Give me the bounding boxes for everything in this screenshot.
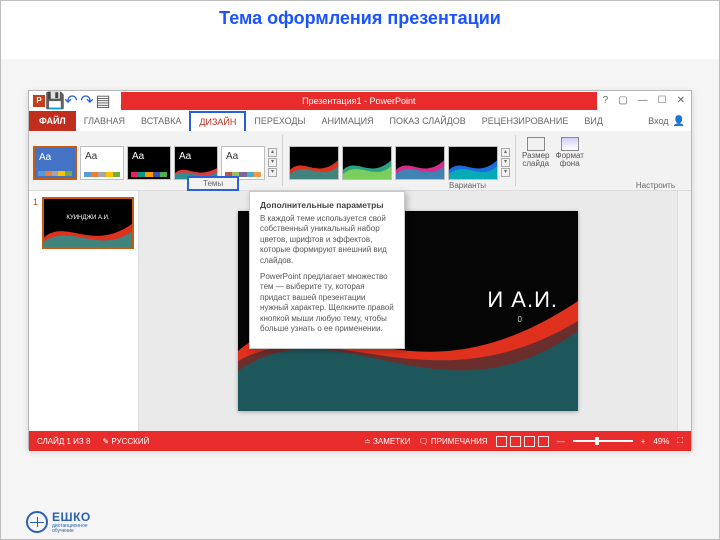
tooltip-paragraph: В каждой теме используется свой собствен… [260, 214, 394, 266]
tab-file[interactable]: ФАЙЛ [29, 111, 76, 131]
ribbon-tabs: ФАЙЛ ГЛАВНАЯ ВСТАВКА ДИЗАЙН ПЕРЕХОДЫ АНИ… [29, 111, 691, 131]
tab-animation[interactable]: АНИМАЦИЯ [313, 111, 381, 131]
tab-slideshow[interactable]: ПОКАЗ СЛАЙДОВ [382, 111, 474, 131]
variants-more-button[interactable]: ▴▾▾ [501, 148, 511, 177]
format-background-button[interactable]: Формат фона [556, 137, 584, 168]
slide-editor: Дополнительные параметры В каждой теме и… [139, 191, 677, 431]
save-icon[interactable]: 💾 [49, 95, 61, 107]
comments-button[interactable]: 🗨 ПРИМЕЧАНИЯ [419, 437, 488, 446]
brand-tagline: обучение [52, 529, 91, 534]
slideshow-view-icon[interactable] [538, 436, 549, 447]
zoom-slider[interactable] [573, 440, 633, 442]
slide-thumbnails-panel: 1 КУИНДЖИ А.И. [29, 191, 139, 431]
tab-review[interactable]: РЕЦЕНЗИРОВАНИЕ [474, 111, 577, 131]
brand-name: ЕШКО [52, 510, 91, 524]
slide-title-fragment: И А.И. [487, 287, 558, 313]
zoom-level[interactable]: 49% [653, 437, 669, 446]
variant-option[interactable] [395, 146, 445, 180]
variant-option[interactable] [342, 146, 392, 180]
globe-icon [26, 511, 48, 533]
powerpoint-window: P 💾 ↶ ↷ ▤ Презентация1 - PowerPoint ? ▢ … [28, 90, 692, 450]
customize-group-label: Настроить [636, 181, 675, 190]
variant-option[interactable] [448, 146, 498, 180]
reading-view-icon[interactable] [524, 436, 535, 447]
customize-group: Размер слайда Формат фона [518, 131, 588, 190]
theme-option-current[interactable]: Aa [33, 146, 77, 180]
app-icon: P [33, 95, 45, 107]
thumbnail-number: 1 [33, 197, 38, 249]
undo-icon[interactable]: ↶ [65, 95, 77, 107]
help-icon[interactable]: ? [603, 95, 609, 106]
redo-icon[interactable]: ↷ [81, 95, 93, 107]
tab-home[interactable]: ГЛАВНАЯ [76, 111, 133, 131]
slide-subtitle-fragment: 0 [518, 315, 522, 324]
themes-more-button[interactable]: ▴▾▾ [268, 148, 278, 177]
maximize-icon[interactable]: ☐ [658, 95, 667, 106]
theme-option[interactable]: Aa [127, 146, 171, 180]
page-heading: Тема оформления презентации [0, 0, 720, 59]
variant-option[interactable] [289, 146, 339, 180]
theme-option[interactable]: Aa [221, 146, 265, 180]
themes-group-label: Темы [187, 176, 239, 191]
user-icon[interactable]: 👤 [673, 116, 685, 127]
zoom-in-icon[interactable]: + [641, 437, 646, 446]
zoom-out-icon[interactable]: — [557, 437, 565, 446]
sorter-view-icon[interactable] [510, 436, 521, 447]
brand-logo: ЕШКО дистанционное обучение [26, 510, 91, 534]
ribbon-design: Aa Aa Aa Aa Aa ▴▾▾ Темы ▴▾▾ Варианты Раз… [29, 131, 691, 191]
vertical-scrollbar[interactable] [677, 191, 691, 431]
tab-insert[interactable]: ВСТАВКА [133, 111, 189, 131]
ribbon-display-icon[interactable]: ▢ [618, 95, 627, 106]
slide-size-button[interactable]: Размер слайда [522, 137, 550, 168]
theme-option[interactable]: Aa [80, 146, 124, 180]
tooltip-title: Дополнительные параметры [260, 200, 394, 210]
tab-design[interactable]: ДИЗАЙН [189, 111, 246, 131]
tab-transitions[interactable]: ПЕРЕХОДЫ [246, 111, 313, 131]
normal-view-icon[interactable] [496, 436, 507, 447]
minimize-icon[interactable]: — [638, 95, 648, 106]
notes-button[interactable]: ≐ ЗАМЕТКИ [364, 437, 410, 446]
window-title: Презентация1 - PowerPoint [302, 96, 415, 106]
variants-group-label: Варианты [449, 181, 486, 190]
titlebar: P 💾 ↶ ↷ ▤ Презентация1 - PowerPoint ? ▢ … [29, 91, 691, 111]
language-indicator[interactable]: ✎ РУССКИЙ [102, 437, 149, 446]
slide-thumbnail[interactable]: 1 КУИНДЖИ А.И. [33, 197, 134, 249]
thumbnail-title: КУИНДЖИ А.И. [44, 215, 132, 221]
tab-view[interactable]: ВИД [576, 111, 611, 131]
status-bar: СЛАЙД 1 ИЗ 8 ✎ РУССКИЙ ≐ ЗАМЕТКИ 🗨 ПРИМЕ… [29, 431, 691, 451]
close-icon[interactable]: ✕ [677, 95, 685, 106]
login-link[interactable]: Вход [648, 116, 668, 126]
fit-window-icon[interactable]: ⛶ [677, 436, 683, 446]
slide-counter: СЛАЙД 1 ИЗ 8 [37, 437, 90, 446]
quick-access-toolbar: P 💾 ↶ ↷ ▤ [29, 95, 113, 107]
start-slideshow-icon[interactable]: ▤ [97, 95, 109, 107]
tooltip-paragraph: PowerPoint предлагает множество тем — вы… [260, 272, 394, 334]
themes-gallery: Aa Aa Aa Aa Aa ▴▾▾ [29, 131, 280, 190]
workspace: 1 КУИНДЖИ А.И. Дополнительные параметры … [29, 191, 691, 431]
tooltip-more-options: Дополнительные параметры В каждой теме и… [249, 191, 405, 349]
theme-option[interactable]: Aa [174, 146, 218, 180]
